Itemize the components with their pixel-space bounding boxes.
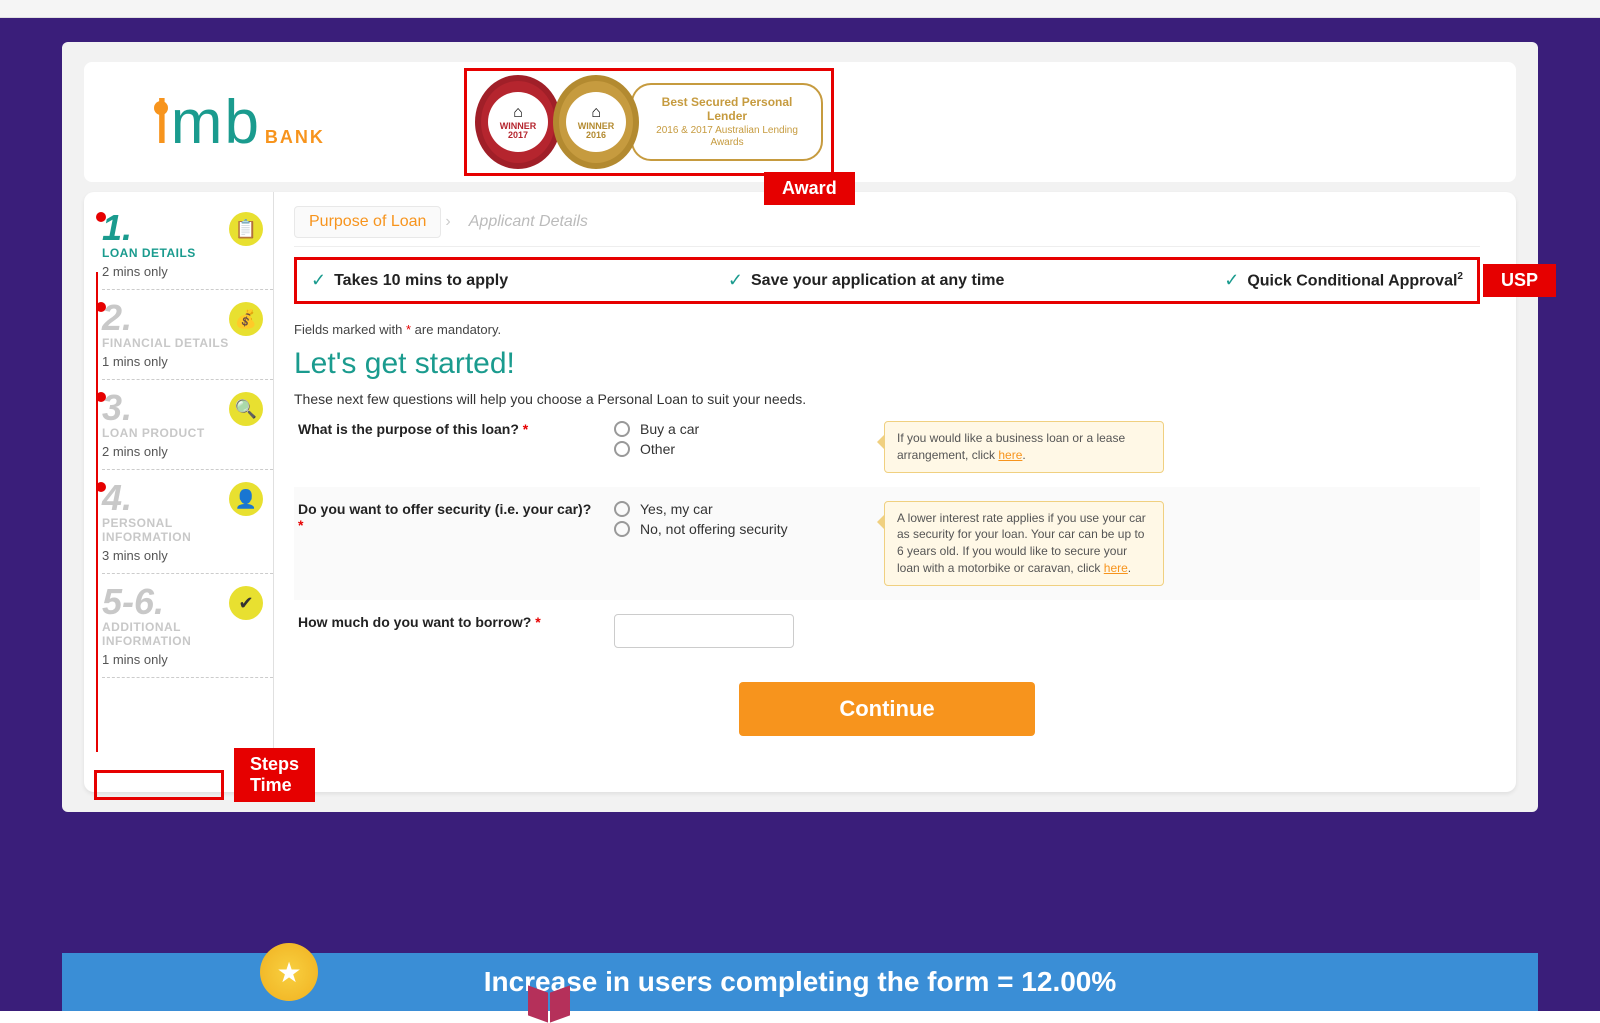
page-heading: Let's get started!	[294, 347, 1480, 381]
sidebar-step-4[interactable]: 👤 4. PERSONAL INFORMATION 3 mins only	[102, 480, 273, 574]
logo-letter-i: i	[155, 87, 169, 158]
sidebar: 📋 1. LOAN DETAILS 2 mins only 💰 2. FINAN…	[84, 192, 274, 792]
sidebar-step-3[interactable]: 🔍 3. LOAN PRODUCT 2 mins only	[102, 390, 273, 470]
radio-other[interactable]: Other	[614, 441, 864, 457]
step-time: 1 mins only	[102, 354, 259, 369]
magnify-dollar-icon: 🔍	[229, 392, 263, 426]
award-highlight-box: ⌂ WINNER 2017 ⌂ WINNER 2016 Best Secured…	[464, 68, 834, 176]
banner-text: Increase in users completing the form = …	[484, 966, 1117, 998]
question-input-wrap	[614, 614, 864, 648]
step-label: LOAN DETAILS	[102, 246, 259, 260]
step-label: PERSONAL INFORMATION	[102, 516, 259, 544]
star-ribbon-icon: ★	[260, 943, 318, 1001]
usp-text: Quick Conditional Approval2	[1247, 271, 1463, 290]
radio-icon	[614, 441, 630, 457]
question-label: Do you want to offer security (i.e. your…	[294, 501, 594, 533]
usp-item: ✓ Takes 10 mins to apply	[311, 270, 508, 291]
clipboard-dollar-icon: 📋	[229, 212, 263, 246]
question-security: Do you want to offer security (i.e. your…	[294, 487, 1480, 600]
inner-gray-frame: i m b BANK ⌂ WINNER 2017 ⌂ WINNER	[62, 42, 1538, 812]
radio-buy-a-car[interactable]: Buy a car	[614, 421, 864, 437]
radio-icon	[614, 421, 630, 437]
timeline-dot-icon	[96, 482, 106, 492]
mandatory-note: Fields marked with * are mandatory.	[294, 322, 1480, 337]
question-label: How much do you want to borrow? *	[294, 614, 594, 630]
award-subtitle: 2016 & 2017 Australian Lending Awards	[647, 125, 807, 149]
tab-applicant-details[interactable]: Applicant Details	[455, 207, 602, 237]
timeline-dot-icon	[96, 212, 106, 222]
usp-item: ✓ Save your application at any time	[728, 270, 1005, 291]
step-time: 2 mins only	[102, 264, 259, 279]
main-card: 📋 1. LOAN DETAILS 2 mins only 💰 2. FINAN…	[84, 192, 1516, 792]
step-time: 1 mins only	[102, 652, 259, 667]
radio-yes-my-car[interactable]: Yes, my car	[614, 501, 864, 517]
usp-highlight-box: ✓ Takes 10 mins to apply ✓ Save your app…	[294, 257, 1480, 304]
continue-button[interactable]: Continue	[739, 682, 1034, 736]
medal2-year: 2016	[586, 131, 606, 140]
question-options: Buy a car Other	[614, 421, 864, 461]
logo-bank-text: BANK	[265, 127, 325, 148]
house-icon: ⌂	[513, 104, 523, 122]
page-subheading: These next few questions will help you c…	[294, 391, 1480, 407]
tip-link-here[interactable]: here	[1104, 561, 1128, 575]
hand-dollar-icon: 💰	[229, 302, 263, 336]
award-medal-2016: ⌂ WINNER 2016	[553, 75, 639, 169]
usp-item: ✓ Quick Conditional Approval2	[1224, 270, 1463, 291]
step-time: 3 mins only	[102, 548, 259, 563]
logo-dot-icon	[154, 101, 168, 115]
timeline-line	[96, 272, 98, 752]
logo-letter-b: b	[224, 87, 258, 158]
tip-business-loan: If you would like a business loan or a l…	[884, 421, 1164, 473]
question-borrow-amount: How much do you want to borrow? *	[294, 600, 1480, 662]
tab-purpose-of-loan[interactable]: Purpose of Loan	[294, 206, 441, 238]
step-label: FINANCIAL DETAILS	[102, 336, 259, 350]
radio-no-security[interactable]: No, not offering security	[614, 521, 864, 537]
check-icon: ✓	[311, 270, 326, 291]
house-icon: ⌂	[591, 104, 601, 122]
chevron-right-icon: ›	[445, 213, 450, 231]
content-area: Purpose of Loan › Applicant Details ✓ Ta…	[274, 192, 1516, 792]
question-purpose: What is the purpose of this loan? * Buy …	[294, 407, 1480, 487]
borrow-amount-input[interactable]	[614, 614, 794, 648]
medal1-year: 2017	[508, 131, 528, 140]
header: i m b BANK ⌂ WINNER 2017 ⌂ WINNER	[84, 62, 1516, 182]
radio-icon	[614, 501, 630, 517]
top-strip	[0, 0, 1600, 18]
steps-time-highlight-box	[94, 770, 224, 800]
award-medal-2017: ⌂ WINNER 2017	[475, 75, 561, 169]
logo-letter-m: m	[171, 87, 223, 158]
timeline-dot-icon	[96, 302, 106, 312]
award-callout-tag: Award	[764, 172, 855, 205]
question-options: Yes, my car No, not offering security	[614, 501, 864, 541]
clipboard-check-icon: ✔	[229, 586, 263, 620]
step-label: ADDITIONAL INFORMATION	[102, 620, 259, 648]
sidebar-step-5-6[interactable]: ✔ 5-6. ADDITIONAL INFORMATION 1 mins onl…	[102, 584, 273, 678]
logo: i m b BANK	[139, 87, 325, 158]
step-label: LOAN PRODUCT	[102, 426, 259, 440]
radio-icon	[614, 521, 630, 537]
award-text-panel: Best Secured Personal Lender 2016 & 2017…	[631, 83, 823, 162]
tip-link-here[interactable]: here	[998, 448, 1022, 462]
ribbon-tail-icon	[550, 985, 570, 1022]
tabs: Purpose of Loan › Applicant Details	[294, 206, 1480, 247]
timeline-dot-icon	[96, 392, 106, 402]
award-title: Best Secured Personal Lender	[647, 95, 807, 124]
step-time: 2 mins only	[102, 444, 259, 459]
usp-text: Save your application at any time	[751, 272, 1004, 290]
usp-text: Takes 10 mins to apply	[334, 272, 508, 290]
steps-time-callout-tag: Steps Time	[234, 748, 315, 802]
ribbon-tail-icon	[528, 985, 548, 1022]
check-icon: ✓	[1224, 270, 1239, 291]
question-label: What is the purpose of this loan? *	[294, 421, 594, 437]
check-icon: ✓	[728, 270, 743, 291]
person-clipboard-icon: 👤	[229, 482, 263, 516]
sidebar-step-1[interactable]: 📋 1. LOAN DETAILS 2 mins only	[102, 210, 273, 290]
usp-callout-tag: USP	[1483, 264, 1556, 297]
outer-purple-frame: i m b BANK ⌂ WINNER 2017 ⌂ WINNER	[0, 18, 1600, 1011]
tip-interest-rate: A lower interest rate applies if you use…	[884, 501, 1164, 586]
sidebar-step-2[interactable]: 💰 2. FINANCIAL DETAILS 1 mins only	[102, 300, 273, 380]
